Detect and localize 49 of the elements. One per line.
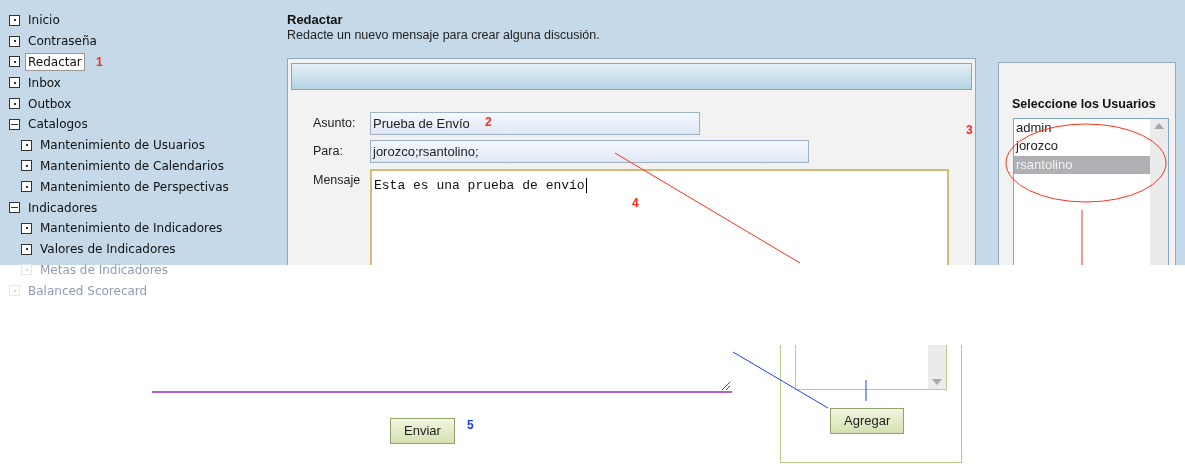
- input-field[interactable]: jorozco;rsantolino;: [370, 140, 809, 163]
- bullet-icon: [21, 222, 32, 234]
- annotation-line: [865, 379, 867, 402]
- menu-item[interactable]: Inicio: [25, 11, 63, 30]
- menu-item[interactable]: Redactar: [25, 53, 85, 71]
- menu-item[interactable]: Mantenimiento de Perspectivas: [37, 177, 232, 196]
- menu-item[interactable]: Inbox: [25, 73, 64, 92]
- annotation-number: 2: [485, 115, 492, 129]
- bullet-icon: [21, 181, 32, 193]
- scroll-up-icon[interactable]: [1154, 122, 1164, 129]
- bullet-icon: [21, 243, 32, 255]
- field-label: Para:: [313, 143, 344, 161]
- menu-item[interactable]: Mantenimiento de Calendarios: [37, 156, 227, 175]
- bullet-icon: [9, 77, 20, 89]
- page-title: Redactar: [287, 12, 344, 28]
- menu-item[interactable]: Catalogos: [25, 115, 91, 134]
- bullet-icon: [9, 14, 20, 26]
- users-title: Seleccione los Usuarios: [1012, 96, 1157, 113]
- bullet-icon: [9, 98, 20, 110]
- scrollbar[interactable]: [1150, 118, 1168, 265]
- annotation-number: 3: [966, 123, 973, 137]
- bullet-icon: [9, 56, 20, 68]
- menu-item[interactable]: Outbox: [25, 94, 75, 113]
- send-button[interactable]: Enviar: [390, 418, 455, 444]
- bullet-icon: [9, 285, 20, 297]
- menu-item[interactable]: Mantenimiento de Indicadores: [37, 219, 226, 238]
- bullet-icon: [21, 160, 32, 172]
- menu-item[interactable]: Indicadores: [25, 198, 101, 217]
- message-text: Esta es una prueba de envío: [374, 178, 587, 193]
- field-label: Mensaje: [313, 172, 362, 189]
- user-list[interactable]: admin jorozco rsantolino: [1013, 117, 1169, 265]
- annotation-number: 1: [96, 55, 103, 69]
- page-subtitle: Redacte un nuevo mensaje para crear alguna discusión.: [287, 28, 601, 43]
- bullet-icon: [9, 35, 20, 47]
- user-option[interactable]: admin: [1014, 118, 1150, 138]
- user-option[interactable]: jorozco: [1014, 137, 1150, 156]
- add-button[interactable]: Agregar: [830, 408, 905, 434]
- annotation-number: 5: [467, 418, 474, 432]
- scroll-down-icon[interactable]: [932, 379, 942, 385]
- resize-grip-icon[interactable]: [721, 381, 730, 390]
- menu-item[interactable]: Mantenimiento de Usuarios: [37, 136, 208, 155]
- menu-item[interactable]: Contraseña: [25, 32, 100, 51]
- collapse-icon[interactable]: [9, 202, 20, 214]
- annotation-line: [1081, 209, 1083, 266]
- menu-item[interactable]: Valores de Indicadores: [37, 240, 179, 259]
- field-label: Asunto:: [313, 115, 357, 133]
- collapse-icon[interactable]: [9, 118, 20, 130]
- bullet-icon: [21, 139, 32, 151]
- annotation-number: 4: [632, 196, 639, 210]
